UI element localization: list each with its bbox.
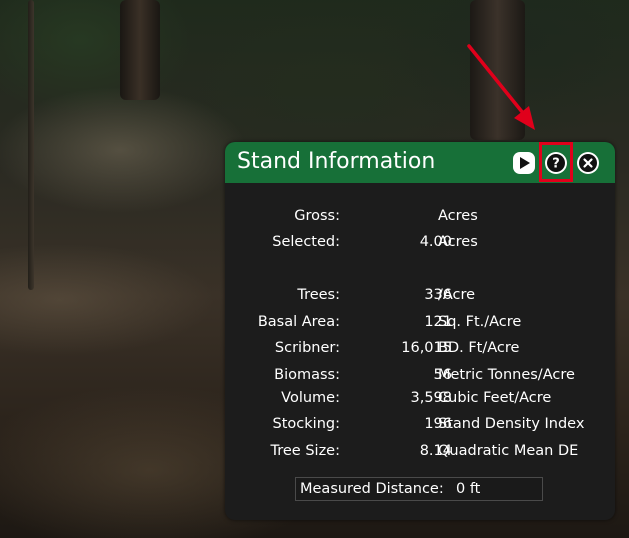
stocking-row: Stocking: 196 Stand Density Index [225,413,615,435]
stand-information-panel: Stand Information ? Gross: Acres Selecte… [225,142,615,520]
help-button[interactable]: ? [545,152,567,174]
row-label: Scribner: [274,340,340,356]
row-unit: Quadratic Mean DE [438,443,579,459]
row-unit: Cubic Feet/Acre [438,390,552,406]
close-button[interactable] [577,152,599,174]
row-unit: /Acre [438,287,476,303]
row-unit: Metric Tonnes/Acre [438,367,575,383]
play-button[interactable] [513,152,535,174]
row-label: Volume: [281,390,340,406]
row-label: Selected: [272,234,340,250]
basal-area-row: Basal Area: 121 Sq. Ft./Acre [225,311,615,333]
row-label: Tree Size: [270,443,340,459]
volume-row: Volume: 3,598 Cubic Feet/Acre [225,387,615,409]
biomass-row: Biomass: 56 Metric Tonnes/Acre [225,364,615,386]
row-unit: Acres [438,208,478,224]
row-label: Basal Area: [257,314,340,330]
measured-distance-field: Measured Distance: 0 ft [295,477,543,501]
row-label: Stocking: [272,416,340,432]
scribner-row: Scribner: 16,015 BD. Ft/Acre [225,337,615,359]
selected-row: Selected: 4.00 Acres [225,231,615,253]
help-icon: ? [547,154,565,172]
tree-size-row: Tree Size: 8.14 Quadratic Mean DE [225,440,615,462]
row-label: Gross: [294,208,340,224]
row-unit: Acres [438,234,478,250]
trees-row: Trees: 336 /Acre [225,284,615,306]
row-label: Trees: [297,287,340,303]
gross-row: Gross: Acres [225,205,615,227]
row-unit: Sq. Ft./Acre [438,314,522,330]
row-unit: BD. Ft/Acre [438,340,520,356]
svg-text:?: ? [552,157,560,172]
row-label: Biomass: [274,367,340,383]
row-unit: Stand Density Index [438,416,585,432]
play-icon [520,157,530,169]
measured-distance-label: Measured Distance: [300,481,444,497]
measured-distance-value: 0 ft [456,481,481,497]
panel-title: Stand Information [237,149,436,174]
close-icon [579,154,597,172]
panel-title-bar[interactable]: Stand Information ? [225,142,615,183]
